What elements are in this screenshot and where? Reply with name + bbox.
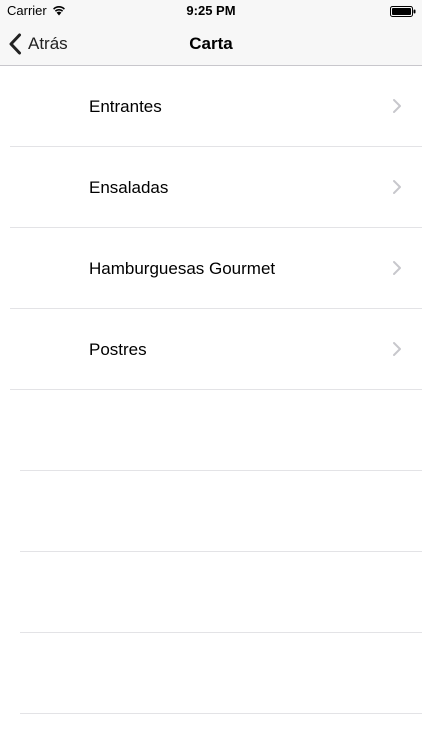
list-item-label: Ensaladas xyxy=(89,178,169,197)
status-bar: Carrier 9:25 PM xyxy=(0,0,422,22)
chevron-right-icon xyxy=(393,180,401,194)
chevron-right-icon xyxy=(393,99,401,113)
navigation-bar: Atrás Carta xyxy=(0,22,422,66)
empty-row xyxy=(0,633,422,714)
screen: Carrier 9:25 PM Atrás Carta Entrantes En… xyxy=(0,0,422,750)
chevron-right-icon xyxy=(393,261,401,275)
chevron-right-icon xyxy=(393,342,401,356)
list-item-label: Postres xyxy=(89,340,147,359)
row-divider xyxy=(20,713,422,714)
list-item-ensaladas[interactable]: Ensaladas xyxy=(0,147,422,228)
list-item-hamburguesas-gourmet[interactable]: Hamburguesas Gourmet xyxy=(0,228,422,309)
list-item-label: Hamburguesas Gourmet xyxy=(89,259,276,278)
list-item-postres[interactable]: Postres xyxy=(0,309,422,390)
battery-icon xyxy=(390,6,416,17)
page-title: Carta xyxy=(189,34,233,53)
status-time: 9:25 PM xyxy=(186,3,236,18)
empty-row xyxy=(0,390,422,471)
empty-row xyxy=(0,471,422,552)
list-item-label: Entrantes xyxy=(89,97,162,116)
menu-list: Entrantes Ensaladas Hamburguesas Gourmet… xyxy=(0,66,422,714)
list-item-entrantes[interactable]: Entrantes xyxy=(0,66,422,147)
empty-row xyxy=(0,552,422,633)
